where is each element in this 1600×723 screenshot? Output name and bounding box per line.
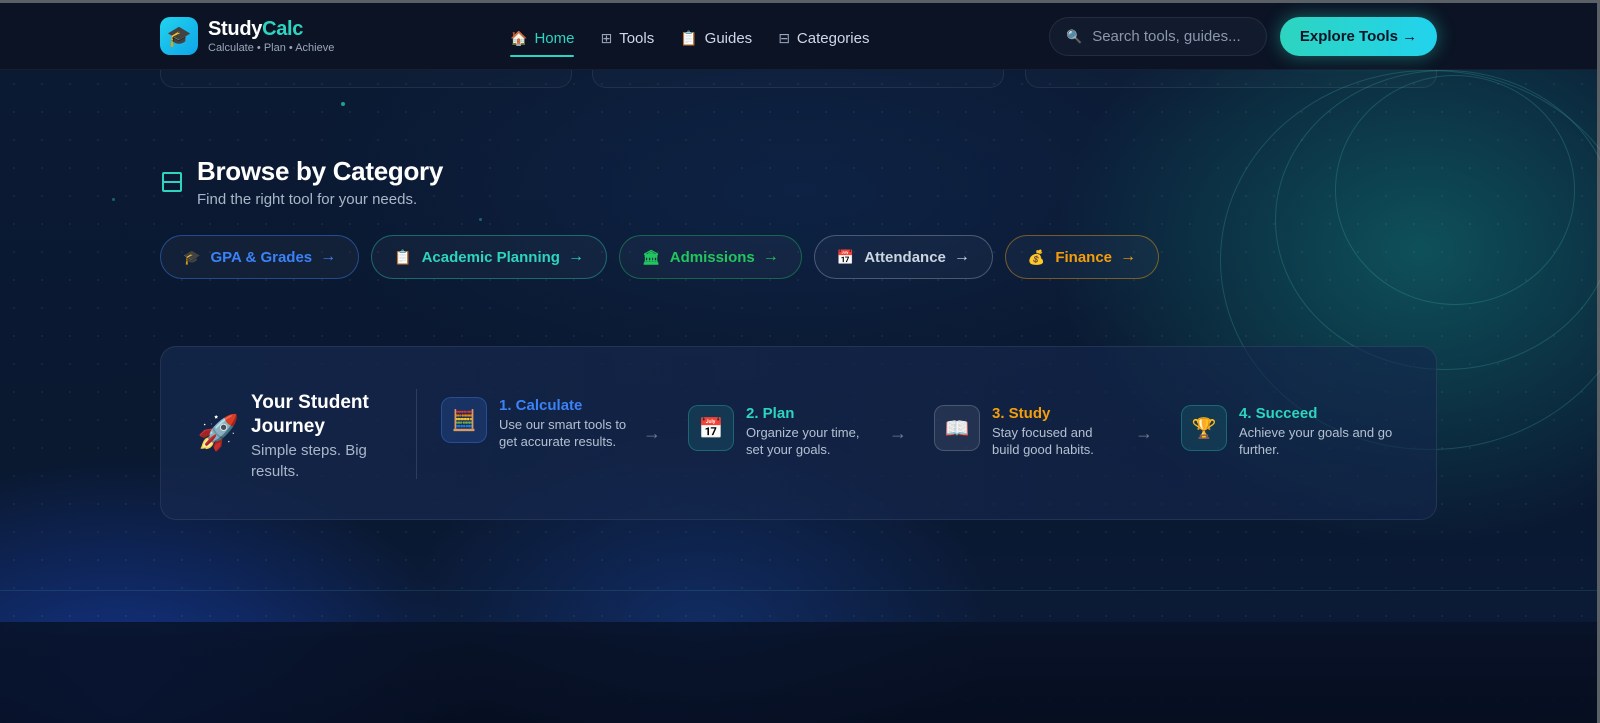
journey-title: Your Student Journey <box>251 392 369 437</box>
top-navbar: 🎓 StudyCalc Calculate • Plan • Achieve 🏠… <box>0 3 1597 70</box>
brand-logo-link[interactable]: 🎓 StudyCalc Calculate • Plan • Achieve <box>160 17 334 55</box>
nav-guides[interactable]: 📋 Guides <box>680 25 752 51</box>
category-pills: 🎓 GPA & Grades → 📋 Academic Planning → 🏛… <box>160 235 1171 279</box>
arrow-right-icon: → <box>320 248 337 265</box>
section-title: Browse by Category <box>197 156 444 186</box>
step-title: 1. Calculate <box>499 397 583 414</box>
graduation-cap-icon: 🎓 <box>160 17 198 55</box>
journey-step-succeed: 🏆 4. Succeed Achieve your goals and go f… <box>1181 405 1409 458</box>
decorative-ring <box>1335 75 1575 305</box>
step-description: Achieve your goals and go further. <box>1239 425 1393 457</box>
journey-step-study: 📖 3. Study Stay focused and build good h… <box>934 405 1122 458</box>
decorative-spark <box>112 198 115 201</box>
arrow-right-icon: → <box>1135 423 1153 443</box>
grid-icon: ⊞ <box>600 29 613 46</box>
journey-step-calculate: 🧮 1. Calculate Use our smart tools to ge… <box>441 397 629 450</box>
category-attendance[interactable]: 📅 Attendance → <box>813 235 993 279</box>
arrow-right-icon: → <box>1120 248 1137 265</box>
categories-icon: ⊟ <box>778 29 790 46</box>
section-divider <box>0 590 1597 591</box>
step-description: Use our smart tools to get accurate resu… <box>499 417 627 449</box>
rocket-icon: 🚀 <box>197 414 240 452</box>
category-section-icon <box>162 172 182 192</box>
category-finance[interactable]: 💰 Finance → <box>1004 235 1160 279</box>
step-description: Organize your time, set your goals. <box>746 425 860 457</box>
calendar-icon: 📅 <box>836 248 855 265</box>
category-label: GPA & Grades <box>210 248 313 266</box>
arrow-right-icon: → <box>643 423 661 443</box>
nav-categories[interactable]: ⊟ Categories <box>778 25 869 51</box>
nav-tools-label: Tools <box>619 29 655 47</box>
calendar-icon: 📅 <box>688 405 734 451</box>
category-admissions[interactable]: 🏛 Admissions → <box>618 235 802 279</box>
home-icon: 🏠 <box>510 29 528 46</box>
category-label: Attendance <box>864 248 946 266</box>
category-gpa-grades[interactable]: 🎓 GPA & Grades → <box>160 235 360 279</box>
journey-step-plan: 📅 2. Plan Organize your time, set your g… <box>688 405 876 458</box>
book-icon: 📖 <box>934 405 980 451</box>
footer-band <box>0 622 1597 723</box>
clipboard-icon: 📋 <box>394 248 412 265</box>
step-title: 3. Study <box>992 405 1051 422</box>
building-icon: 🏛 <box>641 248 660 265</box>
search-input[interactable] <box>1092 28 1253 45</box>
main-menu: 🏠 Home ⊞ Tools 📋 Guides ⊟ Categories <box>510 25 895 57</box>
nav-home-label: Home <box>534 29 575 47</box>
search-box[interactable]: 🔍 <box>1049 17 1267 56</box>
section-subtitle: Find the right tool for your needs. <box>197 191 418 208</box>
category-label: Admissions <box>669 248 755 266</box>
arrow-right-icon: → <box>889 423 907 443</box>
brand-tagline: Calculate • Plan • Achieve <box>208 42 335 54</box>
category-academic-planning[interactable]: 📋 Academic Planning → <box>371 235 607 279</box>
trophy-icon: 🏆 <box>1181 405 1227 451</box>
search-icon: 🔍 <box>1066 28 1083 44</box>
graduation-cap-icon: 🎓 <box>183 248 201 265</box>
abacus-icon: 🧮 <box>441 397 487 443</box>
nav-categories-label: Categories <box>796 29 870 47</box>
money-bag-icon: 💰 <box>1027 248 1046 265</box>
arrow-right-icon: → <box>762 248 779 265</box>
category-label: Finance <box>1055 248 1113 266</box>
student-journey-panel: 🚀 Your Student Journey Simple steps. Big… <box>160 346 1437 520</box>
step-description: Stay focused and build good habits. <box>992 425 1094 457</box>
clipboard-icon: 📋 <box>680 29 698 46</box>
category-label: Academic Planning <box>421 248 560 266</box>
decorative-spark <box>341 102 345 106</box>
arrow-right-icon: → <box>953 248 970 265</box>
brand-name: StudyCalc <box>208 18 304 40</box>
nav-home[interactable]: 🏠 Home <box>510 25 575 57</box>
decorative-spark <box>479 218 482 221</box>
arrow-right-icon: → <box>567 248 584 265</box>
journey-divider <box>416 389 417 479</box>
explore-tools-button[interactable]: Explore Tools → <box>1280 17 1437 56</box>
journey-subtitle: Simple steps. Big results. <box>251 442 367 480</box>
nav-tools[interactable]: ⊞ Tools <box>600 25 654 51</box>
step-title: 2. Plan <box>746 405 795 422</box>
nav-guides-label: Guides <box>704 29 753 47</box>
step-title: 4. Succeed <box>1239 405 1318 422</box>
